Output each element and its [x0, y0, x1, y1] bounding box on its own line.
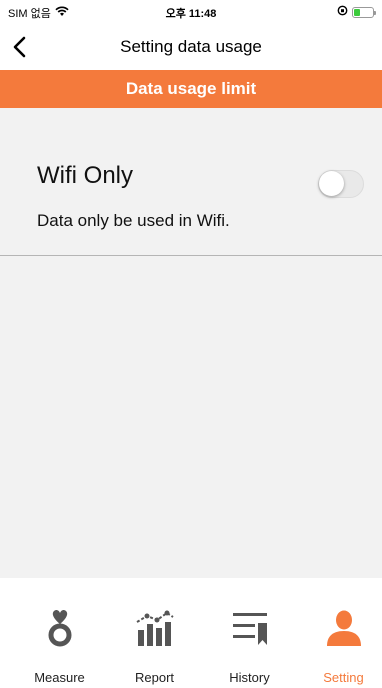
nav-bar: Setting data usage — [0, 24, 382, 70]
toggle-knob — [319, 171, 344, 196]
tab-report[interactable]: Report — [107, 578, 202, 688]
section-header: Data usage limit — [0, 70, 382, 108]
rotation-lock-icon — [337, 5, 348, 19]
status-right — [337, 5, 376, 19]
tab-history[interactable]: History — [202, 578, 297, 688]
person-icon — [326, 610, 361, 646]
wifi-only-description: Data only be used in Wifi. — [37, 211, 230, 230]
status-time: 오후 11:48 — [165, 8, 217, 20]
status-bar: SIM 없음 오후 11:48 — [0, 0, 382, 24]
heart-ring-icon — [48, 609, 71, 647]
battery-icon — [352, 6, 376, 18]
wifi-only-row: Wifi Only Data only be used in Wifi. — [0, 108, 382, 256]
tab-measure[interactable]: Measure — [12, 578, 107, 688]
tab-setting-label: Setting — [323, 670, 364, 685]
tab-history-label: History — [229, 670, 270, 685]
wifi-only-toggle[interactable] — [318, 170, 364, 198]
tab-measure-label: Measure — [34, 670, 85, 685]
tab-bar: Measure Report History Setting — [0, 578, 382, 688]
tab-report-label: Report — [134, 670, 175, 685]
bar-chart-icon — [135, 610, 174, 646]
page-title: Setting data usage — [120, 37, 262, 56]
list-bookmark-icon — [232, 613, 267, 645]
tab-setting[interactable]: Setting — [296, 578, 382, 688]
wifi-only-title: Wifi Only — [37, 162, 133, 189]
